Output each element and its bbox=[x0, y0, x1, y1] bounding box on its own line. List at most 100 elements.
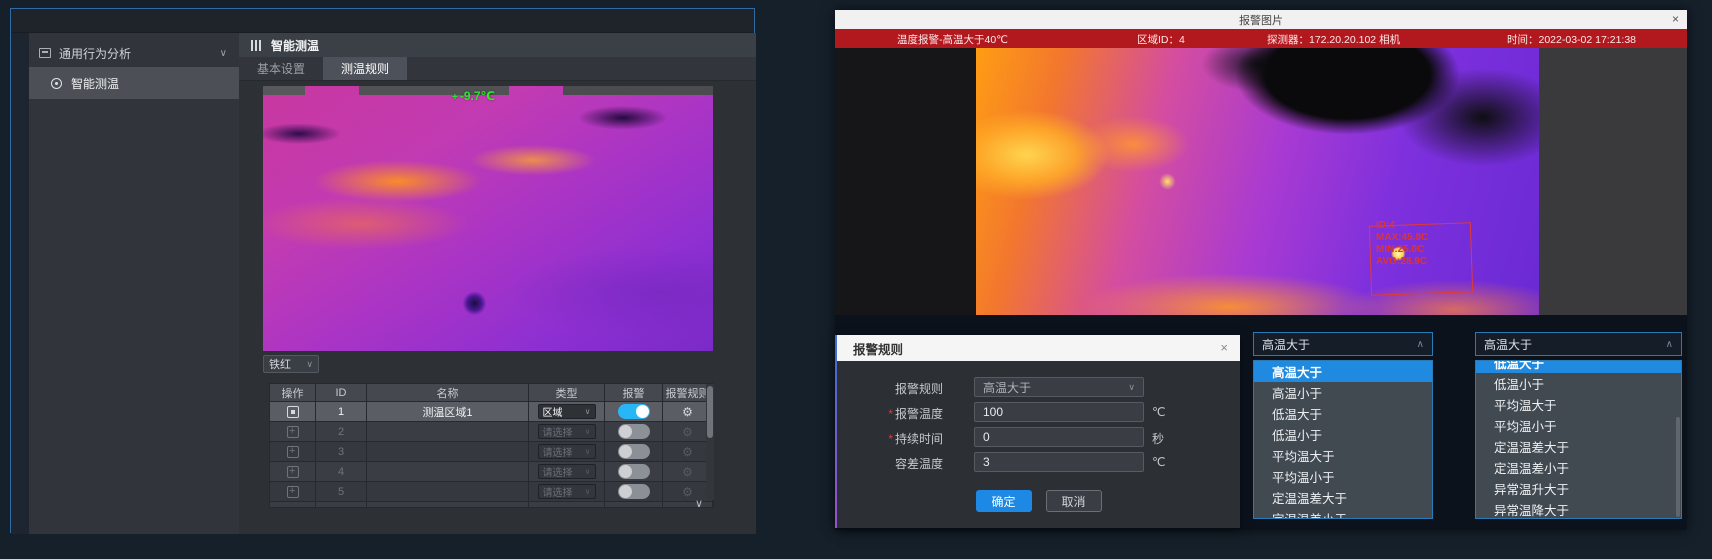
option[interactable]: 低温小于 bbox=[1254, 424, 1432, 445]
draw-region-icon[interactable] bbox=[287, 406, 299, 418]
alarm-toggle[interactable] bbox=[618, 424, 650, 439]
alarm-type-text: 温度报警-高温大于40℃ bbox=[897, 32, 1008, 47]
type-value: 请选择 bbox=[543, 464, 573, 479]
row-name bbox=[367, 482, 529, 502]
type-select: 请选择∨ bbox=[538, 484, 596, 499]
col-type: 类型 bbox=[529, 384, 605, 402]
table-row[interactable]: 2 请选择 ∨ ⚙ bbox=[270, 422, 713, 442]
tab-bar: 基本设置 测温规则 bbox=[239, 57, 756, 81]
option[interactable]: 高温小于 bbox=[1254, 382, 1432, 403]
close-icon[interactable]: × bbox=[1672, 12, 1679, 26]
dropdown-value: 高温大于 bbox=[1484, 336, 1532, 353]
option[interactable]: 异常温降大于 bbox=[1476, 499, 1681, 519]
sidebar-item-smart-thermometry[interactable]: 智能测温 bbox=[29, 67, 239, 99]
alarm-rule-value: 高温大于 bbox=[983, 379, 1031, 396]
rule-dropdown-1[interactable]: 高温大于 ∧ bbox=[1253, 332, 1433, 356]
tab-thermometry-rules[interactable]: 测温规则 bbox=[323, 57, 407, 80]
image-zone: ID:4 MAX:45.8C MIN:25.0C AVG:28.9C bbox=[835, 48, 1539, 315]
add-region-icon[interactable] bbox=[287, 446, 299, 458]
alarm-toggle[interactable] bbox=[618, 444, 650, 459]
unit-label: 秒 bbox=[1152, 430, 1164, 447]
option[interactable]: 平均温大于 bbox=[1254, 445, 1432, 466]
table-scrollbar[interactable] bbox=[706, 384, 714, 500]
sidebar-group-behavior-analysis[interactable]: 通用行为分析 ∨ bbox=[29, 39, 239, 67]
rule-dropdown-2[interactable]: 高温大于 ∧ bbox=[1475, 332, 1682, 356]
option[interactable]: 定温温差大于 bbox=[1254, 487, 1432, 508]
table-row-partial bbox=[270, 502, 713, 508]
col-operation: 操作 bbox=[270, 384, 316, 402]
duration-input[interactable]: 0 bbox=[974, 427, 1144, 447]
chevron-down-icon: ∨ bbox=[585, 427, 591, 436]
palette-value: 铁红 bbox=[269, 356, 291, 372]
table-row[interactable]: 5 请选择∨ ⚙ bbox=[270, 482, 713, 502]
add-region-icon[interactable] bbox=[287, 426, 299, 438]
chevron-down-icon: ∨ bbox=[585, 487, 591, 496]
rule-dropdown-2-options: 低温大于 低温小于 平均温大于 平均温小于 定温温差大于 定温温差小于 异常温升… bbox=[1475, 360, 1682, 519]
chevron-down-icon: ∨ bbox=[585, 447, 591, 456]
palette-select[interactable]: 铁红 ∨ bbox=[263, 355, 319, 373]
chevron-up-icon: ∧ bbox=[1417, 339, 1424, 350]
alarm-time-text: 时间：2022-03-02 17:21:38 bbox=[1507, 32, 1636, 47]
type-value: 区域 bbox=[543, 404, 563, 419]
option[interactable]: 定温温差小于 bbox=[1254, 508, 1432, 519]
option[interactable]: 定温温差大于 bbox=[1476, 436, 1681, 457]
table-row[interactable]: 1 测温区域1 区域∨ ⚙ bbox=[270, 402, 713, 422]
option[interactable]: 高温大于 bbox=[1254, 361, 1432, 382]
row-id: 3 bbox=[316, 442, 367, 462]
row-name: 测温区域1 bbox=[367, 402, 529, 422]
thermal-gray-block bbox=[563, 86, 713, 95]
row-id: 4 bbox=[316, 462, 367, 482]
type-value: 请选择 bbox=[543, 444, 573, 459]
type-value: 请选择 bbox=[543, 424, 573, 439]
chevron-down-icon[interactable]: ∨ bbox=[220, 48, 227, 59]
add-region-icon[interactable] bbox=[287, 466, 299, 478]
behavior-analysis-icon bbox=[39, 48, 51, 58]
alarm-rule-dialog-header: 报警规则 × bbox=[837, 335, 1240, 361]
alarm-info-bar: 温度报警-高温大于40℃ 区域ID：4 探测器：172.20.20.102 相机… bbox=[835, 29, 1687, 48]
rule-dropdown-1-options: 高温大于 高温小于 低温大于 低温小于 平均温大于 平均温小于 定温温差大于 定… bbox=[1253, 360, 1433, 519]
roi-readings-overlay: ID:4 MAX:45.8C MIN:25.0C AVG:28.9C bbox=[1376, 220, 1428, 268]
columns-icon bbox=[251, 40, 261, 51]
alarm-rule-select[interactable]: 高温大于 ∨ bbox=[974, 377, 1144, 397]
gear-icon: ⚙ bbox=[682, 425, 693, 439]
gear-icon[interactable]: ⚙ bbox=[682, 405, 693, 419]
type-select[interactable]: 区域∨ bbox=[538, 404, 596, 419]
confirm-button[interactable]: 确定 bbox=[976, 490, 1032, 512]
tolerance-temperature-input[interactable]: 3 bbox=[974, 452, 1144, 472]
cancel-button[interactable]: 取消 bbox=[1046, 490, 1102, 512]
dialog-title-bar: 报警图片 × bbox=[835, 10, 1687, 29]
chevron-down-icon: ∨ bbox=[1128, 382, 1135, 393]
roi-min: MIN:25.0C bbox=[1376, 244, 1428, 256]
alarm-temperature-input[interactable]: 100 bbox=[974, 402, 1144, 422]
dialog-title: 报警图片 bbox=[835, 10, 1687, 29]
option-label: 低温大于 bbox=[1494, 361, 1544, 372]
field-label: 持续时间 bbox=[867, 430, 943, 447]
scrollbar-thumb[interactable] bbox=[707, 386, 713, 438]
alarm-toggle[interactable] bbox=[618, 464, 650, 479]
table-row[interactable]: 3 请选择∨ ⚙ bbox=[270, 442, 713, 462]
add-region-icon[interactable] bbox=[287, 486, 299, 498]
alarm-thermal-image: ID:4 MAX:45.8C MIN:25.0C AVG:28.9C bbox=[976, 48, 1539, 315]
field-alarm-temperature: 报警温度 100 ℃ bbox=[837, 402, 1240, 422]
dropdown-scrollbar[interactable] bbox=[1676, 417, 1680, 517]
table-row[interactable]: 4 请选择∨ ⚙ bbox=[270, 462, 713, 482]
type-select: 请选择∨ bbox=[538, 464, 596, 479]
scroll-down-icon[interactable]: ∨ bbox=[695, 497, 703, 510]
alarm-toggle[interactable] bbox=[618, 484, 650, 499]
option[interactable]: 低温大于 bbox=[1254, 403, 1432, 424]
field-alarm-rule: 报警规则 高温大于 ∨ bbox=[837, 377, 1240, 397]
option[interactable]: 平均温大于 bbox=[1476, 394, 1681, 415]
option-partial[interactable]: 低温大于 bbox=[1476, 361, 1681, 373]
option[interactable]: 异常温升大于 bbox=[1476, 478, 1681, 499]
type-select: 请选择 ∨ bbox=[538, 424, 596, 439]
row-id: 1 bbox=[316, 402, 367, 422]
close-icon[interactable]: × bbox=[1220, 340, 1228, 355]
alarm-toggle[interactable] bbox=[618, 404, 650, 419]
option[interactable]: 低温小于 bbox=[1476, 373, 1681, 394]
option[interactable]: 平均温小于 bbox=[1254, 466, 1432, 487]
tab-basic-settings[interactable]: 基本设置 bbox=[239, 57, 323, 80]
option[interactable]: 定温温差小于 bbox=[1476, 457, 1681, 478]
option[interactable]: 平均温小于 bbox=[1476, 415, 1681, 436]
thermal-config-window: 通用行为分析 ∨ 智能测温 智能测温 基本设置 测温规则 -9.7℃ 铁红 ∨ … bbox=[10, 8, 755, 533]
row-id: 2 bbox=[316, 422, 367, 442]
